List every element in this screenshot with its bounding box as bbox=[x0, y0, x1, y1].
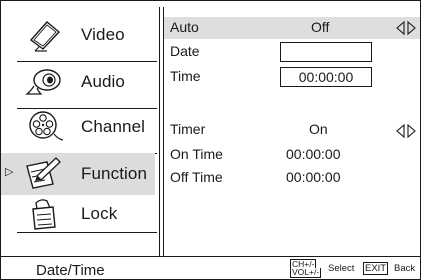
time-field[interactable]: 00:00:00 bbox=[280, 67, 372, 87]
menu-item-lock[interactable]: Lock bbox=[11, 195, 157, 235]
divider bbox=[17, 232, 157, 233]
setting-label-auto: Auto bbox=[170, 19, 199, 35]
back-hint-label: Back bbox=[394, 263, 416, 274]
setting-row-auto[interactable]: Auto Off bbox=[164, 17, 420, 39]
exit-key-hint: EXIT bbox=[363, 262, 389, 275]
menu-label-function: Function bbox=[81, 164, 148, 183]
select-hint-label: Select bbox=[328, 263, 355, 274]
divider bbox=[1, 256, 420, 257]
setting-row-timer[interactable]: Timer On bbox=[170, 119, 420, 141]
menu-label-lock: Lock bbox=[81, 204, 118, 223]
menu-item-video[interactable]: Video bbox=[11, 16, 157, 62]
lock-icon bbox=[32, 199, 56, 230]
menu-label-video: Video bbox=[81, 25, 125, 44]
menu-item-audio[interactable]: Audio bbox=[11, 63, 157, 109]
page-title: Date/Time bbox=[36, 262, 105, 279]
divider bbox=[159, 7, 160, 256]
setting-label-off-time: Off Time bbox=[170, 169, 223, 185]
setting-value-off-time: 00:00:00 bbox=[286, 169, 341, 185]
selection-indicator-icon: ▷ bbox=[5, 166, 14, 178]
menu-item-channel[interactable]: Channel bbox=[11, 108, 157, 154]
setting-row-off-time[interactable]: Off Time 00:00:00 bbox=[170, 167, 420, 189]
left-right-arrows-icon[interactable] bbox=[395, 19, 417, 37]
date-field[interactable] bbox=[280, 42, 372, 62]
sidebar: Video Audio Channel ▷ Function Lock bbox=[1, 1, 159, 256]
menu-label-channel: Channel bbox=[81, 117, 146, 136]
osd-menu-window: Video Audio Channel ▷ Function Lock Auto… bbox=[0, 0, 421, 280]
setting-value-auto: Off bbox=[311, 19, 330, 35]
setting-label-on-time: On Time bbox=[170, 146, 223, 162]
pencil-paper-icon bbox=[26, 157, 61, 189]
setting-label-timer: Timer bbox=[170, 121, 206, 137]
speaker-icon bbox=[25, 69, 61, 95]
film-reel-icon bbox=[29, 111, 64, 141]
volume-key-hint: VOL+/- bbox=[290, 267, 322, 278]
key-hints: CH+/- VOL+/- Select EXIT Back bbox=[290, 259, 420, 279]
menu-item-function[interactable]: ▷ Function bbox=[1, 153, 155, 195]
setting-label-date: Date bbox=[170, 43, 200, 59]
setting-row-on-time[interactable]: On Time 00:00:00 bbox=[170, 144, 420, 166]
divider bbox=[17, 61, 157, 62]
setting-value-on-time: 00:00:00 bbox=[286, 146, 341, 162]
divider bbox=[163, 7, 164, 256]
left-right-arrows-icon[interactable] bbox=[395, 122, 417, 140]
setting-label-time: Time bbox=[170, 68, 201, 84]
menu-label-audio: Audio bbox=[81, 72, 125, 91]
setting-value-timer: On bbox=[309, 121, 328, 137]
video-display-icon bbox=[29, 21, 61, 52]
